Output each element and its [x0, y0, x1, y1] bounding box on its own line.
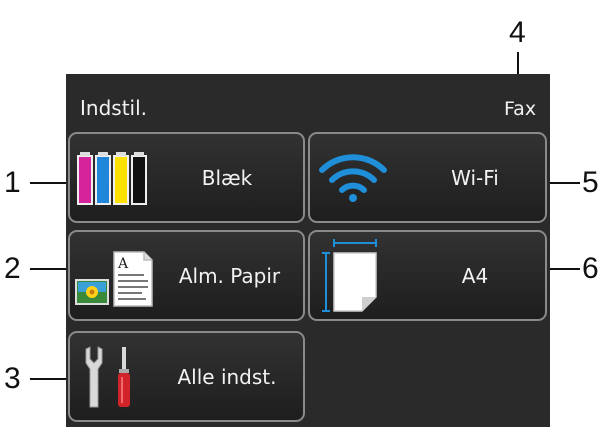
- all-settings-button-label: Alle indst.: [177, 364, 277, 389]
- wifi-button[interactable]: Wi-Fi: [308, 132, 547, 223]
- callout-1: 1: [4, 166, 21, 199]
- wifi-icon: [319, 154, 387, 202]
- paper-type-button-label: Alm. Papir: [178, 263, 281, 288]
- tools-icon: [85, 346, 130, 408]
- paper-size-button[interactable]: A4: [308, 230, 547, 321]
- callout-4: 4: [509, 16, 526, 49]
- all-settings-button[interactable]: Alle indst.: [68, 331, 305, 422]
- callout-5: 5: [582, 166, 599, 199]
- callout-3: 3: [4, 362, 21, 395]
- paper-type-icon: A: [75, 251, 153, 307]
- ink-button[interactable]: Blæk: [68, 132, 305, 223]
- screen-title: Indstil.: [80, 96, 148, 120]
- callout-2: 2: [4, 252, 21, 285]
- mode-indicator: Fax: [504, 98, 537, 120]
- svg-text:A: A: [117, 256, 129, 272]
- paper-size-icon: [322, 239, 377, 312]
- paper-size-button-label: A4: [461, 263, 489, 288]
- wifi-button-label: Wi-Fi: [451, 165, 499, 190]
- ink-button-label: Blæk: [201, 165, 253, 190]
- callout-6: 6: [582, 252, 599, 285]
- ink-cartridges-icon: [77, 152, 147, 205]
- paper-type-button[interactable]: A Alm. Papir: [68, 230, 305, 321]
